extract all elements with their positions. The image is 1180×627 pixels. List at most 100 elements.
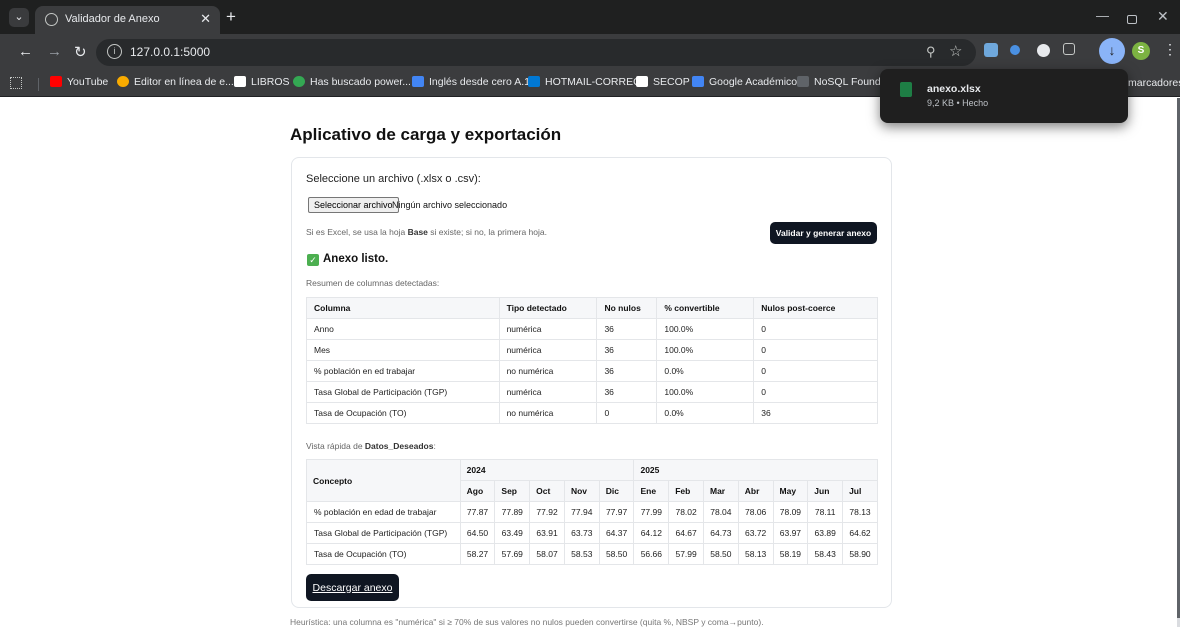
value-cell: 78.06 [737, 501, 774, 523]
value-cell: 63.49 [494, 522, 531, 544]
table-cell: numérica [498, 318, 598, 340]
value-cell: 64.73 [703, 522, 739, 544]
value-cell: 78.04 [703, 501, 739, 523]
column-header: Columna [306, 297, 500, 319]
reload-icon[interactable]: ↻ [74, 43, 87, 61]
browser-toolbar: ← → ↻ i 127.0.0.1:5000 ⚲ ☆ [0, 34, 1180, 71]
value-cell: 58.13 [737, 543, 774, 565]
minimize-icon[interactable]: — [1096, 8, 1109, 23]
value-cell: 63.72 [737, 522, 774, 544]
tab-active[interactable]: Validador de Anexo ✕ [35, 6, 220, 34]
bookmark-star-icon[interactable]: ☆ [949, 42, 962, 60]
secop-icon [636, 76, 648, 87]
value-cell: 78.13 [842, 501, 878, 523]
month-header: Mar [703, 480, 739, 502]
bookmark-ingles[interactable]: Inglés desde cero A.1 [412, 76, 530, 92]
bookmark-youtube[interactable]: YouTube [50, 76, 108, 92]
bookmark-academico[interactable]: Google Académico [692, 76, 797, 92]
bookmark-nosql[interactable]: NoSQL Foundat [797, 76, 890, 92]
table-cell: 0 [596, 402, 658, 424]
table-cell: Tasa Global de Participación (TGP) [306, 381, 500, 403]
table-cell: numérica [498, 339, 598, 361]
download-popup: anexo.xlsx 9,2 KB • Hecho [880, 69, 1128, 123]
table-cell: 36 [596, 360, 658, 382]
year-header: 2025 [633, 459, 878, 481]
menu-kebab-icon[interactable]: ⋮ [1163, 41, 1177, 58]
youtube-icon [50, 76, 62, 87]
upload-card: Seleccione un archivo (.xlsx o .csv): Se… [291, 157, 892, 608]
month-header: Ene [633, 480, 670, 502]
quick-prefix: Vista rápida de [306, 441, 365, 451]
table-row: Tasa de Ocupación (TO) no numérica 0 0.0% 36 [306, 402, 878, 424]
libros-icon [234, 76, 246, 87]
table-cell: 0.0% [656, 360, 755, 382]
value-cell: 64.37 [598, 522, 635, 544]
table-cell: 36 [753, 402, 878, 424]
page-title: Aplicativo de carga y exportación [290, 125, 562, 144]
help-prefix: Si es Excel, se usa la hoja [306, 227, 408, 237]
site-info-icon[interactable]: i [107, 44, 122, 59]
value-cell: 63.73 [563, 522, 600, 544]
heuristic-footnote: Heurística: una columna es "numérica" si… [290, 617, 764, 627]
gear-icon [117, 76, 129, 87]
download-status: 9,2 KB • Hecho [927, 98, 989, 108]
back-icon[interactable]: ← [18, 43, 33, 60]
month-header: Jun [807, 480, 844, 502]
month-header: Ago [459, 480, 496, 502]
choose-file-button[interactable]: Seleccionar archivo [308, 197, 399, 213]
apps-grid-icon[interactable] [10, 77, 22, 89]
bookmark-editor[interactable]: Editor en línea de e... [117, 76, 234, 92]
extension-translate-icon[interactable] [984, 43, 998, 57]
bookmark-label: Has buscado power... [310, 76, 411, 88]
month-header: Oct [529, 480, 565, 502]
column-header: Tipo detectado [498, 297, 598, 319]
bookmark-label: SECOP [653, 76, 690, 88]
validate-button[interactable]: Validar y generar anexo [770, 222, 877, 244]
column-header: % convertible [656, 297, 755, 319]
zoom-icon[interactable]: ⚲ [926, 44, 936, 60]
close-tab-icon[interactable]: ✕ [200, 11, 211, 27]
restore-icon[interactable] [1127, 15, 1137, 24]
bookmark-secop[interactable]: SECOP [636, 76, 690, 92]
column-header: Nulos post-coerce [753, 297, 878, 319]
table-cell: 0 [753, 381, 878, 403]
table-cell: 100.0% [656, 318, 755, 340]
month-header: Feb [668, 480, 704, 502]
value-cell: 78.02 [668, 501, 704, 523]
table-cell: 100.0% [656, 381, 755, 403]
table-cell: % población en ed trabajar [306, 360, 500, 382]
month-header: Jul [842, 480, 878, 502]
outlook-icon [528, 76, 540, 87]
forward-icon[interactable]: → [47, 43, 62, 60]
extensions-puzzle-icon[interactable] [1063, 43, 1075, 55]
window-close-icon[interactable]: ✕ [1157, 8, 1169, 25]
year-header-row: Concepto 2024 2025 [306, 459, 878, 502]
table-cell: no numérica [498, 402, 598, 424]
download-file-name[interactable]: anexo.xlsx [927, 83, 981, 95]
table-row: % población en ed trabajar no numérica 36 0… [306, 360, 878, 382]
month-header: Dic [598, 480, 635, 502]
excel-file-icon [900, 82, 912, 97]
download-icon[interactable]: ↓ [1099, 38, 1125, 64]
extension-ghost-icon[interactable] [1037, 44, 1050, 57]
sheet-help-text: Si es Excel, se usa la hoja Base si exis… [306, 227, 547, 237]
address-bar[interactable]: i 127.0.0.1:5000 ⚲ ☆ [96, 39, 976, 66]
tab-search-icon[interactable]: ⌄ [9, 8, 29, 27]
value-cell: 57.69 [494, 543, 531, 565]
month-header: Abr [737, 480, 774, 502]
value-cell: 77.89 [494, 501, 531, 523]
value-cell: 56.66 [633, 543, 670, 565]
profile-avatar[interactable]: S [1132, 42, 1150, 60]
url-text[interactable]: 127.0.0.1:5000 [130, 45, 210, 59]
all-bookmarks-link[interactable]: marcadores [1128, 77, 1180, 89]
new-tab-icon[interactable]: + [226, 7, 236, 27]
extension-blue-icon[interactable] [1010, 45, 1020, 55]
bookmark-libros[interactable]: LIBROS [234, 76, 290, 92]
table-cell: Tasa de Ocupación (TO) [306, 402, 500, 424]
preview-table: Concepto 2024 2025 Ago Sep Oct Nov Dic Ene Feb Mar… [306, 459, 878, 565]
bookmark-power[interactable]: Has buscado power... [293, 76, 411, 92]
download-annex-button[interactable]: Descargar anexo [306, 574, 399, 601]
summary-header-row: Columna Tipo detectado No nulos % conver… [306, 297, 878, 319]
table-cell: 0 [753, 360, 878, 382]
bookmark-hotmail[interactable]: HOTMAIL-CORREO [528, 76, 641, 92]
